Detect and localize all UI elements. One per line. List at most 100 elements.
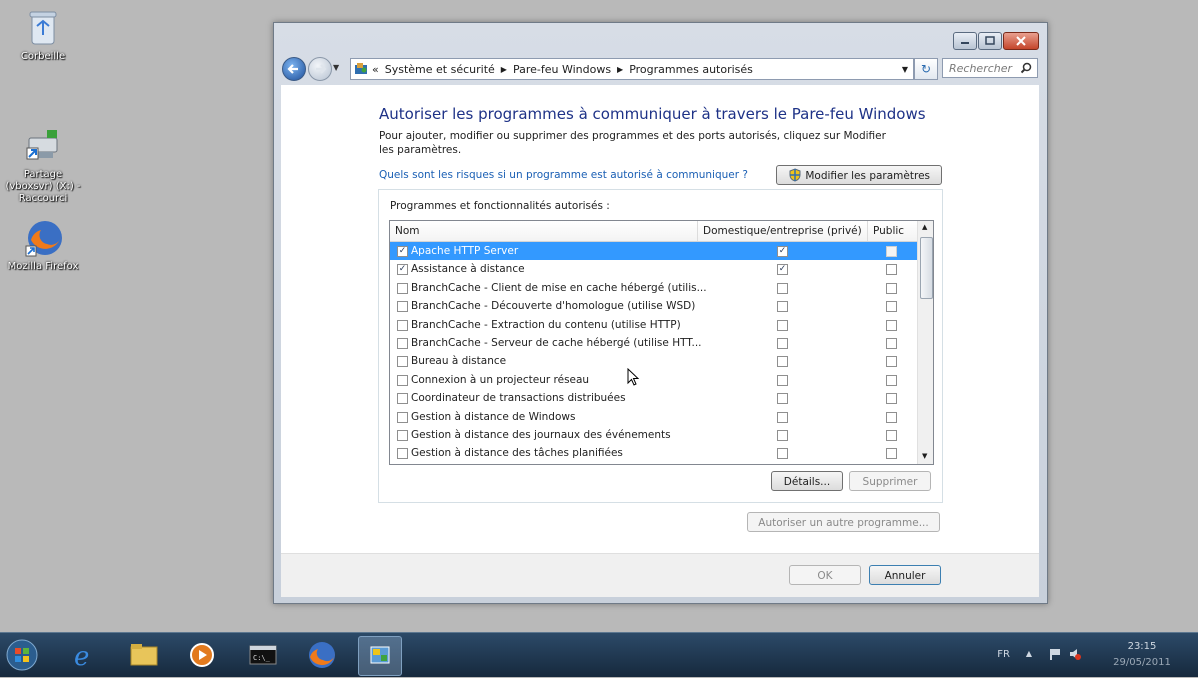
private-network-checkbox[interactable] bbox=[777, 448, 788, 460]
internet-explorer-icon[interactable]: e bbox=[68, 639, 100, 672]
network-flag-icon[interactable] bbox=[1048, 647, 1062, 664]
public-network-checkbox[interactable] bbox=[886, 411, 897, 423]
list-scrollbar[interactable]: ▲ ▼ bbox=[917, 221, 933, 464]
details-button[interactable]: Détails... bbox=[771, 471, 843, 491]
program-row[interactable]: Gestion à distance des journaux des évén… bbox=[390, 426, 917, 444]
breadcrumb-allowed-programs[interactable]: Programmes autorisés bbox=[629, 63, 753, 76]
clock-time[interactable]: 23:15 bbox=[1112, 641, 1172, 652]
clock-date[interactable]: 29/05/2011 bbox=[1112, 657, 1172, 668]
program-enabled-checkbox[interactable] bbox=[397, 393, 408, 405]
program-row[interactable]: Bureau à distance bbox=[390, 352, 917, 370]
desktop-icon-firefox[interactable]: Mozilla Firefox bbox=[0, 218, 86, 273]
breadcrumb-overflow[interactable]: « bbox=[372, 63, 379, 76]
windows-start-icon[interactable] bbox=[6, 639, 38, 671]
private-network-checkbox[interactable] bbox=[777, 337, 788, 349]
program-row[interactable]: Gestion à distance de Windows bbox=[390, 408, 917, 426]
program-row[interactable]: Connexion à un projecteur réseau bbox=[390, 371, 917, 389]
private-network-checkbox[interactable] bbox=[777, 411, 788, 423]
firefox-icon[interactable] bbox=[306, 639, 338, 671]
program-row[interactable]: Coordinateur de transactions distribuées bbox=[390, 389, 917, 407]
list-header: Nom Domestique/entreprise (privé) Public bbox=[390, 221, 917, 242]
private-network-checkbox[interactable]: ✓ bbox=[777, 264, 788, 276]
command-prompt-icon[interactable]: C:\_ bbox=[247, 639, 279, 671]
private-network-checkbox[interactable] bbox=[777, 319, 788, 331]
desktop-icon-recycle-bin[interactable]: Corbeille bbox=[0, 8, 86, 63]
close-button[interactable] bbox=[1003, 32, 1039, 50]
private-network-checkbox[interactable] bbox=[777, 429, 788, 441]
private-network-checkbox[interactable] bbox=[777, 282, 788, 294]
breadcrumb-separator-icon[interactable]: ▶ bbox=[501, 65, 507, 74]
allow-another-program-button[interactable]: Autoriser un autre programme... bbox=[747, 512, 940, 532]
private-network-checkbox[interactable] bbox=[777, 356, 788, 368]
public-network-checkbox[interactable] bbox=[886, 393, 897, 405]
program-row[interactable]: ✓ Apache HTTP Server ✓ bbox=[390, 242, 917, 261]
control-panel-taskbar-button[interactable] bbox=[358, 636, 402, 676]
program-row[interactable]: BranchCache - Découverte d'homologue (ut… bbox=[390, 297, 917, 315]
explorer-folder-icon[interactable] bbox=[128, 639, 160, 671]
program-row[interactable]: BranchCache - Extraction du contenu (uti… bbox=[390, 316, 917, 334]
program-row[interactable]: BranchCache - Serveur de cache hébergé (… bbox=[390, 334, 917, 352]
column-header-private[interactable]: Domestique/entreprise (privé) bbox=[698, 221, 868, 241]
back-button[interactable] bbox=[282, 57, 306, 81]
program-enabled-checkbox[interactable]: ✓ bbox=[397, 264, 408, 276]
private-network-checkbox[interactable] bbox=[777, 393, 788, 405]
program-enabled-checkbox[interactable] bbox=[397, 337, 408, 349]
program-row[interactable]: BranchCache - Client de mise en cache hé… bbox=[390, 279, 917, 297]
remove-button[interactable]: Supprimer bbox=[849, 471, 931, 491]
program-row[interactable]: Gestion à distance des tâches planifiées bbox=[390, 444, 917, 462]
scroll-down-arrow-icon[interactable]: ▼ bbox=[922, 452, 927, 460]
public-network-checkbox[interactable] bbox=[886, 356, 897, 368]
breadcrumb-system-security[interactable]: Système et sécurité bbox=[385, 63, 495, 76]
show-hidden-icons-icon[interactable]: ▲ bbox=[1026, 649, 1032, 658]
private-network-checkbox[interactable] bbox=[777, 374, 788, 386]
public-network-checkbox[interactable] bbox=[886, 374, 897, 386]
program-enabled-checkbox[interactable] bbox=[397, 301, 408, 313]
search-input[interactable]: Rechercher bbox=[942, 58, 1038, 78]
public-network-checkbox[interactable] bbox=[886, 429, 897, 441]
program-enabled-checkbox[interactable]: ✓ bbox=[397, 246, 408, 257]
program-row[interactable]: ✓ Assistance à distance ✓ bbox=[390, 260, 917, 278]
program-enabled-checkbox[interactable] bbox=[397, 448, 408, 460]
public-network-checkbox[interactable] bbox=[886, 246, 897, 257]
volume-muted-icon[interactable] bbox=[1068, 647, 1082, 664]
program-enabled-checkbox[interactable] bbox=[397, 319, 408, 331]
language-indicator[interactable]: FR bbox=[997, 649, 1010, 660]
public-network-checkbox[interactable] bbox=[886, 282, 897, 294]
program-enabled-checkbox[interactable] bbox=[397, 374, 408, 386]
private-network-checkbox[interactable] bbox=[777, 301, 788, 313]
program-enabled-checkbox[interactable] bbox=[397, 282, 408, 294]
public-network-checkbox[interactable] bbox=[886, 319, 897, 331]
column-header-name[interactable]: Nom bbox=[390, 221, 698, 241]
public-network-checkbox[interactable] bbox=[886, 337, 897, 349]
public-network-checkbox[interactable] bbox=[886, 301, 897, 313]
scroll-thumb[interactable] bbox=[920, 237, 933, 299]
ok-button[interactable]: OK bbox=[789, 565, 861, 585]
address-field[interactable]: « Système et sécurité ▶ Pare-feu Windows… bbox=[350, 58, 914, 80]
public-network-checkbox[interactable] bbox=[886, 448, 897, 460]
svg-text:e: e bbox=[74, 642, 89, 671]
programs-list[interactable]: Nom Domestique/entreprise (privé) Public… bbox=[389, 220, 934, 465]
minimize-button[interactable] bbox=[953, 32, 977, 50]
cancel-button[interactable]: Annuler bbox=[869, 565, 941, 585]
desktop-icon-network-share[interactable]: Partage (vboxsvr) (X:) - Raccourci bbox=[0, 126, 86, 205]
column-header-public[interactable]: Public bbox=[868, 221, 917, 241]
public-network-checkbox[interactable] bbox=[886, 264, 897, 276]
scroll-up-arrow-icon[interactable]: ▲ bbox=[922, 223, 927, 231]
page-title: Autoriser les programmes à communiquer à… bbox=[379, 105, 926, 123]
maximize-button[interactable] bbox=[978, 32, 1002, 50]
breadcrumb-firewall[interactable]: Pare-feu Windows bbox=[513, 63, 611, 76]
breadcrumb-separator-icon[interactable]: ▶ bbox=[617, 65, 623, 74]
private-network-checkbox[interactable]: ✓ bbox=[777, 246, 788, 257]
risk-help-link[interactable]: Quels sont les risques si un programme e… bbox=[379, 169, 748, 181]
window-controls bbox=[952, 32, 1039, 50]
modify-settings-button[interactable]: Modifier les paramètres bbox=[776, 165, 942, 185]
refresh-button[interactable]: ↻ bbox=[914, 58, 938, 80]
forward-button[interactable] bbox=[308, 57, 332, 81]
media-player-icon[interactable] bbox=[186, 639, 218, 671]
address-dropdown-icon[interactable]: ▼ bbox=[902, 65, 908, 74]
search-icon[interactable] bbox=[1020, 59, 1032, 86]
program-enabled-checkbox[interactable] bbox=[397, 429, 408, 441]
recent-pages-dropdown[interactable]: ▼ bbox=[333, 63, 339, 72]
program-enabled-checkbox[interactable] bbox=[397, 356, 408, 368]
program-enabled-checkbox[interactable] bbox=[397, 411, 408, 423]
